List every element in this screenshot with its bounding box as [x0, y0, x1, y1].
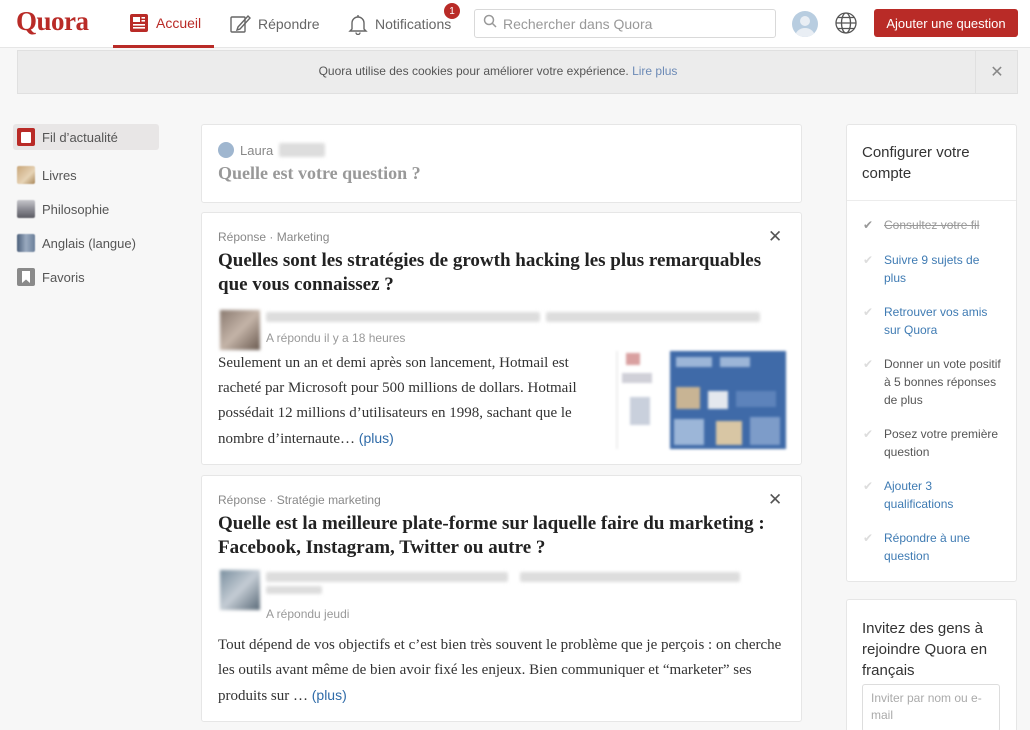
bookmark-icon: [17, 268, 35, 286]
english-topic-icon: [17, 234, 35, 252]
author-avatar[interactable]: [220, 310, 260, 350]
philosophy-topic-icon: [17, 200, 35, 218]
dismiss-story-icon[interactable]: ✕: [768, 228, 782, 245]
pencil-edit-icon: [229, 13, 251, 35]
question-title[interactable]: Quelles sont les stratégies de growth ha…: [218, 249, 778, 297]
author-avatar[interactable]: [220, 570, 260, 610]
nav-answer-label: Répondre: [258, 16, 320, 32]
blurred-author-credential-3: [266, 586, 322, 594]
cookie-read-more-link[interactable]: Lire plus: [632, 64, 677, 78]
invite-title: Invitez des gens à rejoindre Quora en fr…: [862, 620, 988, 679]
answer-excerpt-text: Seulement un an et demi après son lancem…: [218, 355, 577, 447]
sidebar-item-english[interactable]: Anglais (langue): [13, 226, 159, 260]
nav-home[interactable]: Accueil: [113, 0, 214, 48]
setup-task-find-friends[interactable]: Retrouver vos amis sur Quora: [884, 303, 1004, 339]
left-sidebar: Fil d’actualité Livres Philosophie Angla…: [13, 124, 159, 294]
setup-task-follow-topics[interactable]: Suivre 9 sujets de plus: [884, 251, 1004, 287]
answer-image-thumbnail[interactable]: [616, 351, 786, 449]
blurred-surname: [279, 143, 326, 157]
ask-question-box[interactable]: Laura Quelle est votre question ?: [201, 124, 802, 203]
asker-avatar: [218, 142, 234, 158]
read-more-link[interactable]: (plus): [359, 430, 394, 446]
nav-home-label: Accueil: [156, 14, 202, 31]
answer-excerpt[interactable]: Seulement un an et demi après son lancem…: [218, 351, 608, 452]
story-meta: Réponse · Stratégie marketing: [218, 493, 381, 507]
ask-question-prompt[interactable]: Quelle est votre question ?: [218, 163, 421, 184]
checkmark-icon: ✔: [863, 305, 874, 319]
setup-task-view-feed[interactable]: Consultez votre fil: [884, 216, 1004, 234]
sidebar-item-books[interactable]: Livres: [13, 158, 159, 192]
checkmark-icon: ✔: [863, 218, 874, 232]
dismiss-story-icon[interactable]: ✕: [768, 491, 782, 508]
top-bar: Quora Accueil Répondre Notifications 1 A…: [0, 0, 1030, 48]
sidebar-item-philosophy[interactable]: Philosophie: [13, 192, 159, 226]
answered-timestamp: A répondu il y a 18 heures: [266, 331, 406, 345]
nav-answer[interactable]: Répondre: [229, 0, 320, 48]
sidebar-item-label: Livres: [42, 167, 77, 183]
blurred-author-credential: [266, 312, 540, 322]
checkmark-icon: ✔: [863, 357, 874, 371]
sidebar-item-label: Anglais (langue): [42, 235, 136, 251]
invite-panel: Invitez des gens à rejoindre Quora en fr…: [846, 599, 1017, 730]
setup-task-answer-question[interactable]: Répondre à une question: [884, 529, 1004, 565]
home-feed-icon: [129, 13, 149, 33]
books-topic-icon: [17, 166, 35, 184]
question-title[interactable]: Quelle est la meilleure plate-forme sur …: [218, 512, 778, 560]
invite-input[interactable]: Inviter par nom ou e-mail: [862, 684, 1000, 730]
answer-excerpt[interactable]: Tout dépend de vos objectifs et c’est bi…: [218, 633, 783, 709]
sidebar-item-feed[interactable]: Fil d’actualité: [13, 124, 159, 150]
setup-task-upvote[interactable]: Donner un vote positif à 5 bonnes répons…: [884, 355, 1004, 409]
story-meta: Réponse · Marketing: [218, 230, 330, 244]
add-question-button[interactable]: Ajouter une question: [874, 9, 1018, 37]
feed-story-card: Réponse · Stratégie marketing ✕ Quelle e…: [201, 475, 802, 722]
account-setup-panel: Configurer votre compte ✔ Consultez votr…: [846, 124, 1017, 582]
search-icon: [483, 14, 497, 33]
checkmark-icon: ✔: [863, 427, 874, 441]
sidebar-item-label: Favoris: [42, 269, 85, 285]
search-box[interactable]: [474, 9, 776, 38]
cookie-message: Quora utilise des cookies pour améliorer…: [18, 64, 978, 78]
checkmark-icon: ✔: [863, 253, 874, 267]
blurred-author-credential: [266, 572, 508, 582]
feed-icon: [17, 128, 35, 146]
search-input[interactable]: [503, 15, 763, 32]
cookie-close-icon[interactable]: ✕: [975, 51, 1018, 93]
sidebar-item-bookmarks[interactable]: Favoris: [13, 260, 159, 294]
checkmark-icon: ✔: [863, 479, 874, 493]
setup-task-ask-question[interactable]: Posez votre première question: [884, 425, 1004, 461]
nav-notifications-label: Notifications: [375, 16, 452, 32]
nav-notifications[interactable]: Notifications 1: [348, 0, 461, 48]
sidebar-item-label: Philosophie: [42, 201, 110, 217]
answer-excerpt-text: Tout dépend de vos objectifs et c’est bi…: [218, 637, 782, 704]
asker-row: Laura: [218, 142, 326, 158]
user-avatar[interactable]: [792, 11, 818, 37]
blurred-author-credential-2: [520, 572, 740, 582]
read-more-link[interactable]: (plus): [312, 687, 347, 703]
cookie-text: Quora utilise des cookies pour améliorer…: [318, 64, 629, 78]
setup-title: Configurer votre compte: [847, 125, 1016, 201]
feed-story-card: Réponse · Marketing ✕ Quelles sont les s…: [201, 212, 802, 465]
asker-name: Laura: [240, 142, 274, 158]
cookie-banner: Quora utilise des cookies pour améliorer…: [17, 50, 1018, 94]
quora-logo[interactable]: Quora: [16, 6, 89, 37]
checkmark-icon: ✔: [863, 531, 874, 545]
blurred-author-credential-2: [546, 312, 760, 322]
setup-task-add-credentials[interactable]: Ajouter 3 qualifications: [884, 477, 1004, 513]
notification-badge: 1: [443, 2, 461, 20]
sidebar-item-label: Fil d’actualité: [42, 129, 118, 145]
answered-timestamp: A répondu jeudi: [266, 607, 350, 621]
bell-icon: [348, 13, 368, 35]
globe-language-icon[interactable]: [834, 11, 858, 40]
